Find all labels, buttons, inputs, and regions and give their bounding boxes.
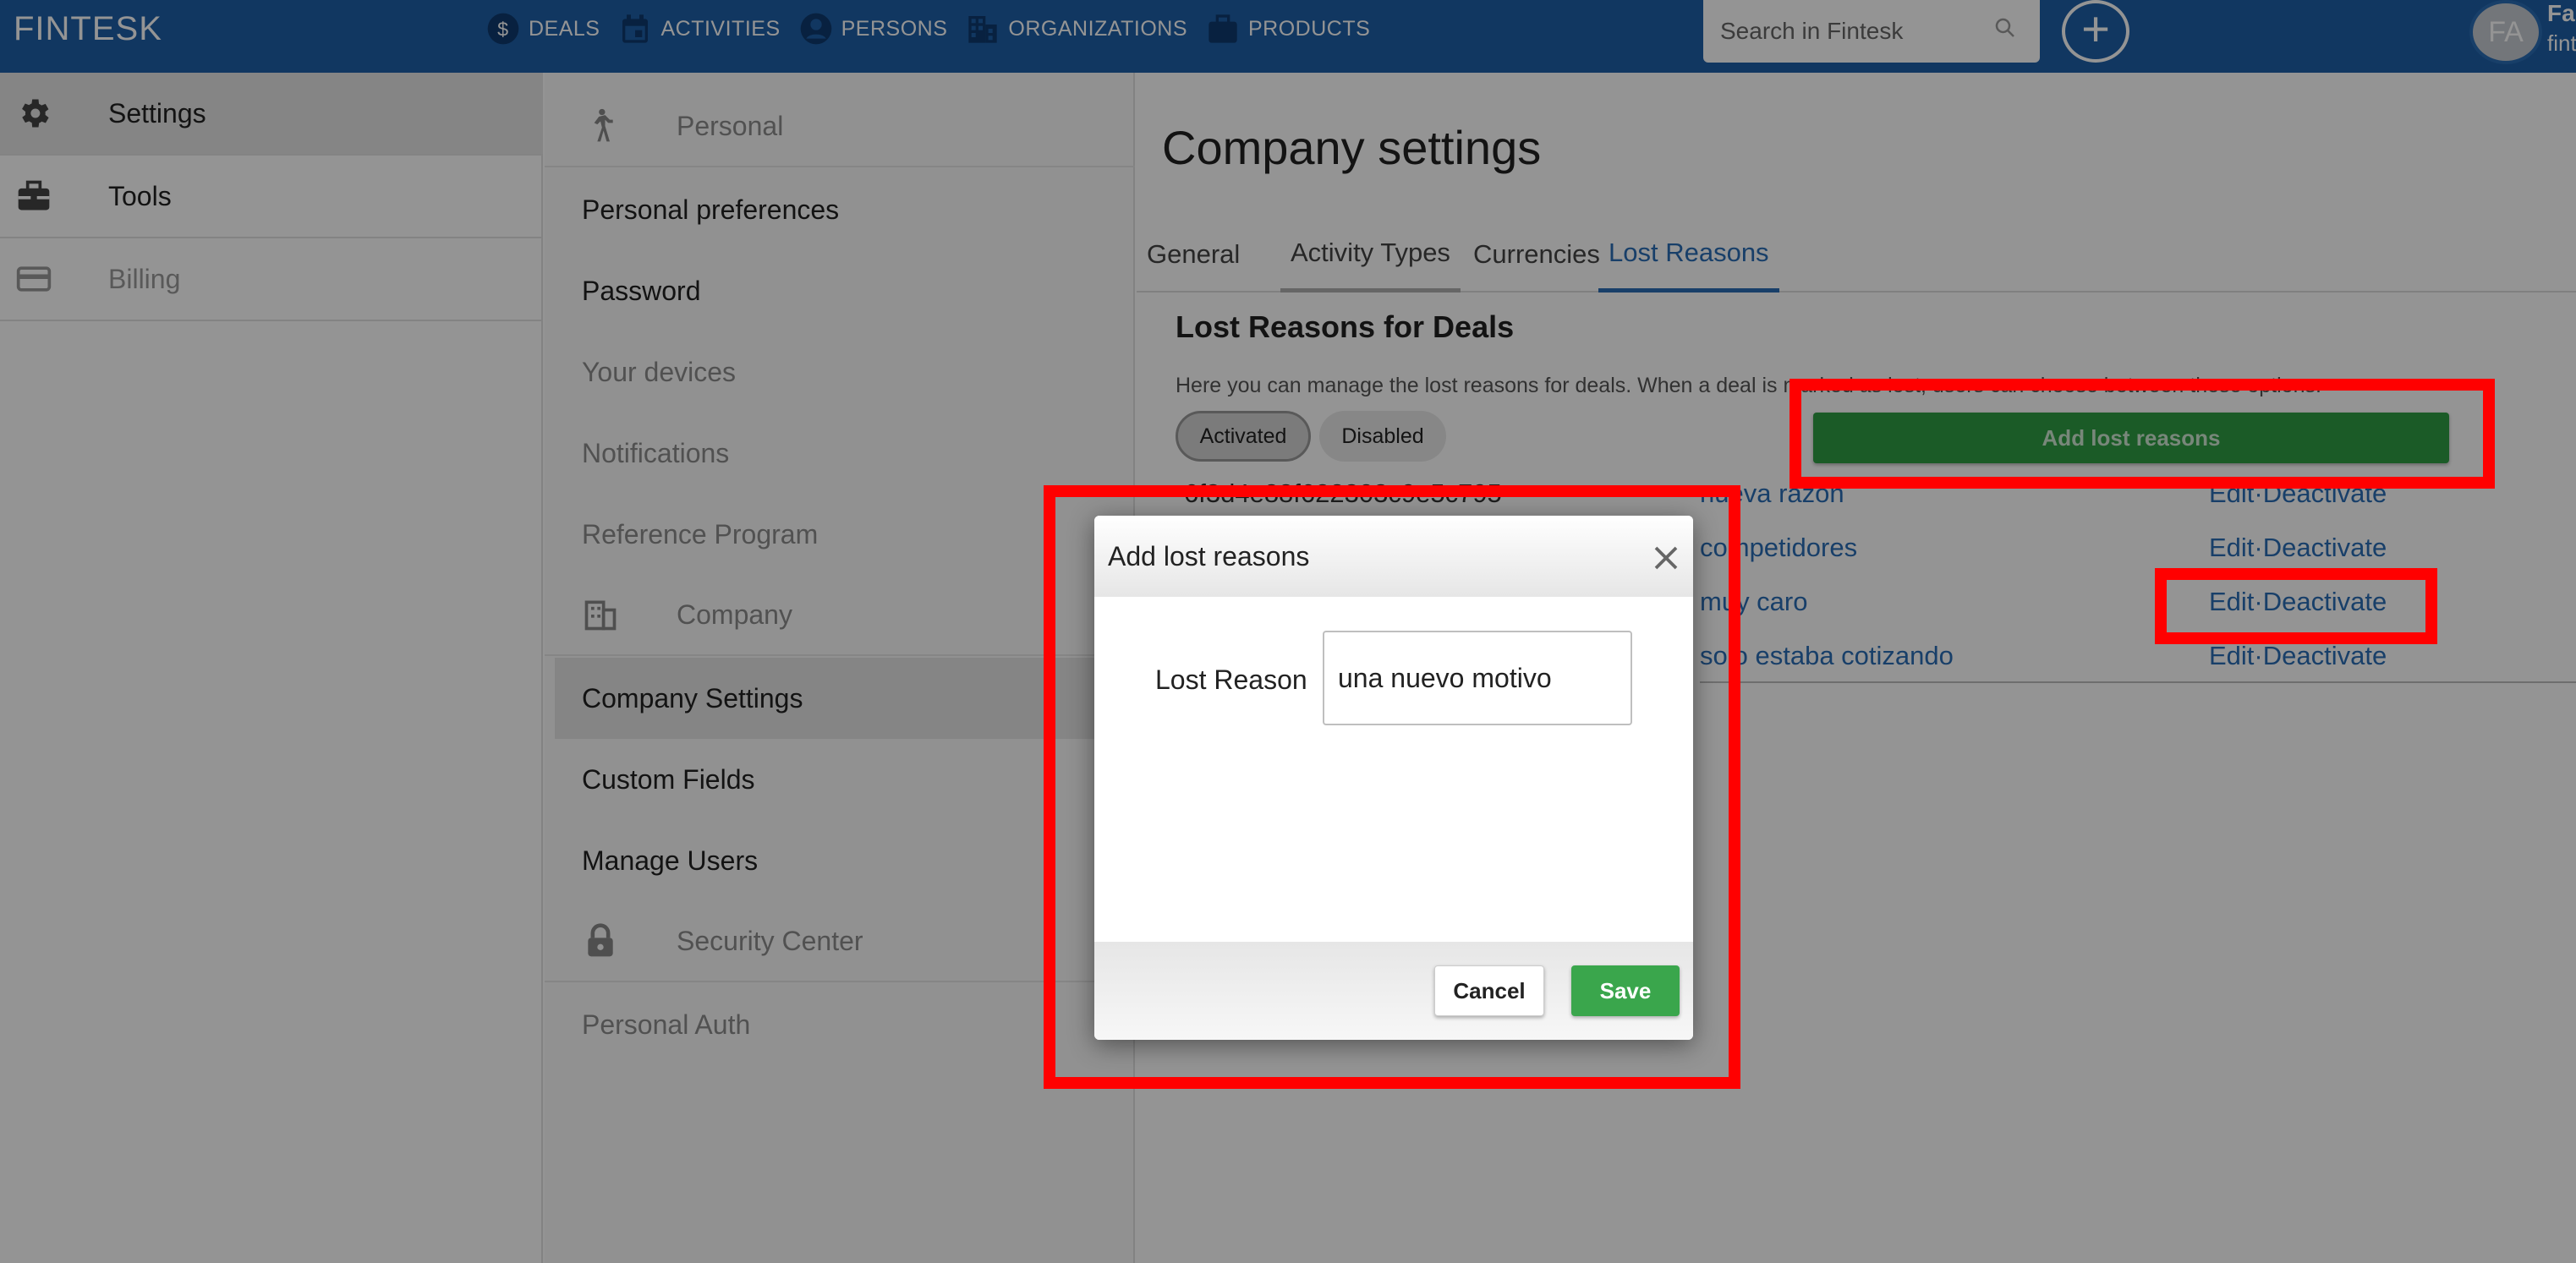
highlight-box-add-button [1789, 379, 2495, 489]
highlight-box-dialog [1044, 485, 1740, 1089]
highlight-box-edit-deactivate [2155, 568, 2437, 644]
